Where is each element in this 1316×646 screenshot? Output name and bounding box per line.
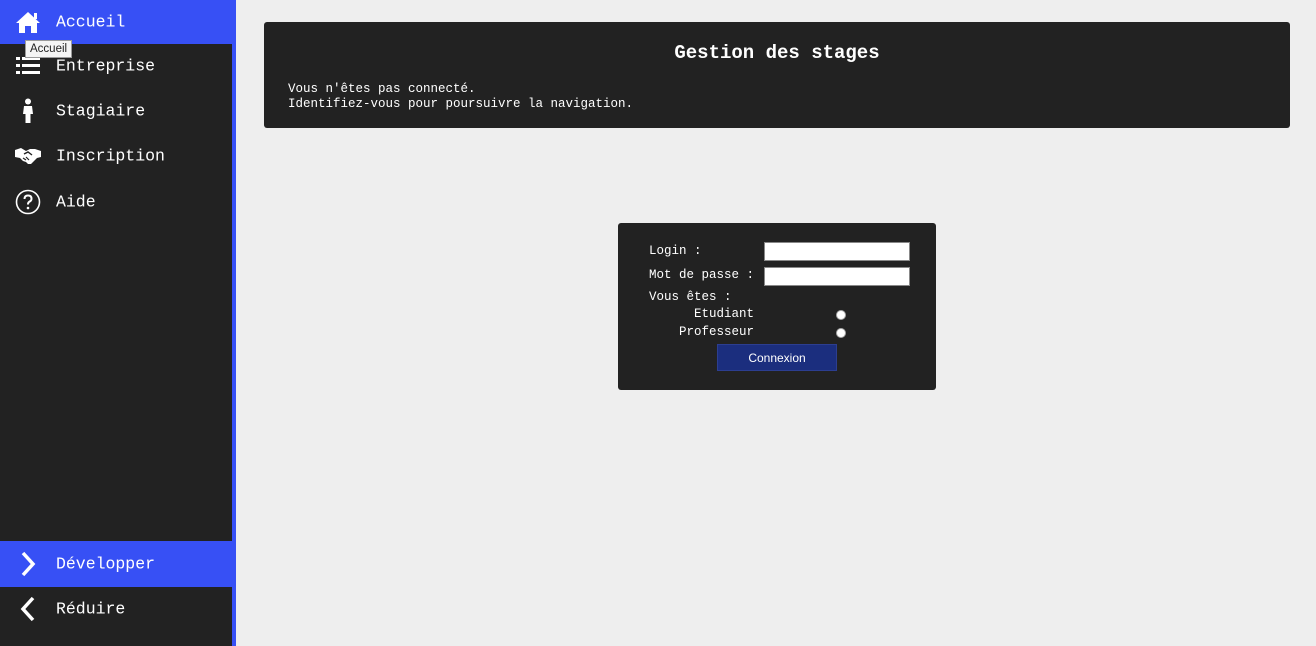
sidebar: Accueil Entreprise Stagiaire Inscription… — [0, 0, 232, 646]
sidebar-item-inscription[interactable]: Inscription — [0, 134, 232, 178]
sidebar-item-stagiaire[interactable]: Stagiaire — [0, 89, 232, 133]
password-label: Mot de passe : — [649, 268, 755, 282]
role-teacher-label: Professeur — [679, 325, 755, 339]
help-icon — [14, 188, 42, 216]
login-form: Login : Mot de passe : Vous êtes : Etudi… — [618, 223, 936, 390]
message-line: Vous n'êtes pas connecté. — [288, 82, 476, 96]
sidebar-item-label: Entreprise — [56, 56, 156, 76]
sidebar-item-label: Aide — [56, 192, 96, 212]
password-input[interactable] — [764, 267, 910, 286]
sidebar-expand-button[interactable]: Développer — [0, 541, 232, 587]
not-connected-message: Vous n'êtes pas connecté. Identifiez-vou… — [288, 82, 633, 112]
sidebar-collapse-button[interactable]: Réduire — [0, 587, 232, 631]
sidebar-item-label: Réduire — [56, 599, 126, 619]
chevron-right-icon — [14, 550, 42, 578]
role-student-label: Etudiant — [694, 307, 755, 321]
home-icon — [14, 8, 42, 36]
connexion-button[interactable]: Connexion — [717, 344, 837, 371]
sidebar-item-label: Stagiaire — [56, 101, 146, 121]
person-icon — [14, 97, 42, 125]
login-input[interactable] — [764, 242, 910, 261]
sidebar-item-label: Développer — [56, 554, 156, 574]
sidebar-item-accueil[interactable]: Accueil — [0, 0, 232, 44]
handshake-icon — [14, 142, 42, 170]
chevron-left-icon — [14, 595, 42, 623]
role-teacher-radio[interactable] — [836, 328, 846, 338]
header-panel: Gestion des stages Vous n'êtes pas conne… — [264, 22, 1290, 128]
message-line: Identifiez-vous pour poursuivre la navig… — [288, 97, 634, 111]
login-label: Login : — [649, 244, 702, 258]
sidebar-item-label: Inscription — [56, 146, 165, 166]
sidebar-item-aide[interactable]: Aide — [0, 180, 232, 224]
page-title: Gestion des stages — [674, 42, 880, 64]
sidebar-border — [232, 0, 236, 646]
role-label: Vous êtes : — [649, 290, 732, 304]
sidebar-item-label: Accueil — [56, 12, 126, 32]
role-student-radio[interactable] — [836, 310, 846, 320]
tooltip: Accueil — [25, 40, 73, 58]
